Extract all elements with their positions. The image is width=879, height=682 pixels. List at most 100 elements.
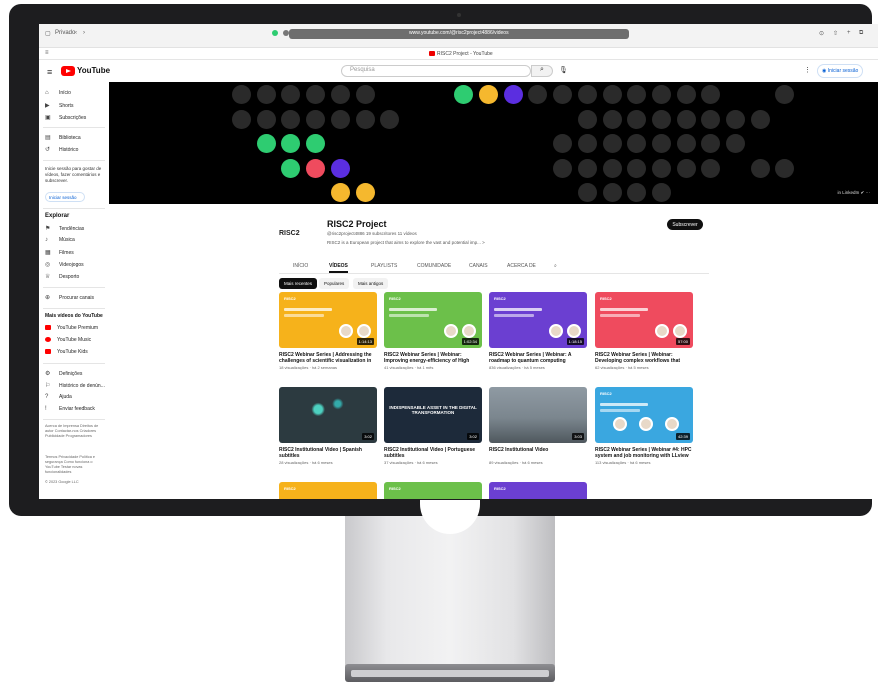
video-card[interactable]: RISC2 42:39 RISC2 Webinar Series | Webinar…: [595, 387, 693, 465]
video-thumbnail[interactable]: RISC2 1:14:13: [279, 292, 377, 348]
tab-videos[interactable]: VÍDEOS: [329, 263, 348, 273]
footer-links-2[interactable]: Termos Privacidade Política e segurança …: [45, 455, 107, 475]
video-card[interactable]: 3:03 RISC2 Institutional Video 89 visualiz…: [489, 387, 587, 465]
banner-led-dot: [281, 109, 301, 129]
video-thumbnail[interactable]: RISC2 1:02:34: [384, 292, 482, 348]
channel-description[interactable]: RISC2 is a European project that aims to…: [327, 240, 485, 245]
youtube-logo-icon[interactable]: [61, 66, 75, 76]
sidebar-item-home[interactable]: ⌂ Início: [45, 90, 71, 96]
sidebar-item-shorts[interactable]: ▶ Shorts: [45, 102, 73, 109]
extension-icon[interactable]: [272, 30, 278, 36]
sidebar-item-sports[interactable]: ♕ Desporto: [45, 273, 79, 280]
banner-links[interactable]: in LinkedIn ✔ ⋯: [837, 190, 870, 196]
chip-latest[interactable]: Mais recentes: [279, 278, 318, 289]
banner-led-dot: [701, 109, 721, 129]
banner-led-dot: [553, 158, 573, 178]
video-thumbnail[interactable]: 3:03: [489, 387, 587, 443]
banner-led-dot: [775, 85, 795, 104]
tab-playlists[interactable]: PLAYLISTS: [371, 263, 397, 269]
video-thumbnail[interactable]: RISC2 1:18:15: [489, 292, 587, 348]
video-card[interactable]: 3:02 RISC2 Institutional Video | Spanish …: [279, 387, 377, 465]
sidebar-item-label: Definições: [59, 371, 83, 377]
sidebar-item-youtube-kids[interactable]: YouTube Kids: [45, 349, 88, 355]
video-card[interactable]: RISC2: [489, 482, 587, 499]
sidebar-item-label: Biblioteca: [59, 135, 81, 141]
menu-icon[interactable]: ≡: [47, 67, 52, 77]
tab-overview-icon[interactable]: ≡: [45, 50, 49, 56]
sidebar-item-gaming[interactable]: ◎ Videojogos: [45, 261, 84, 268]
subscribe-button[interactable]: Subscrever: [667, 219, 703, 230]
video-card[interactable]: INDISPENSABLE ASSET IN THE DIGITAL TRANS…: [384, 387, 482, 465]
video-title[interactable]: RISC2 Webinar Series | Webinar #4: HPC s…: [595, 447, 693, 459]
chip-oldest[interactable]: Mais antigos: [353, 278, 389, 289]
video-card[interactable]: RISC2 1:14:13 RISC2 Webinar Series | Addre…: [279, 292, 377, 370]
sidebar-item-browse-channels[interactable]: ⊕ Procurar canais: [45, 294, 94, 301]
search-button[interactable]: ⌕: [531, 65, 553, 77]
banner-led-dot: [627, 85, 647, 104]
mic-icon[interactable]: 🎙: [559, 66, 568, 74]
sidebar-item-films[interactable]: ▦ Filmes: [45, 249, 74, 256]
video-thumbnail[interactable]: RISC2 42:39: [595, 387, 693, 443]
share-icon[interactable]: ⇧: [833, 30, 838, 37]
more-options-icon[interactable]: ⋮: [804, 66, 811, 74]
video-thumbnail[interactable]: INDISPENSABLE ASSET IN THE DIGITAL TRANS…: [384, 387, 482, 443]
sidebar-item-youtube-premium[interactable]: YouTube Premium: [45, 325, 98, 331]
sidebar-item-subscriptions[interactable]: ▣ Subscrições: [45, 114, 86, 121]
address-bar[interactable]: www.youtube.com/@risc2project4886/videos: [289, 29, 629, 39]
sidebar-item-music[interactable]: ♪ Música: [45, 237, 75, 243]
thumbnail-title-line: [600, 314, 640, 317]
video-title[interactable]: RISC2 Webinar Series | Addressing the ch…: [279, 352, 377, 364]
sidebar-item-library[interactable]: ▤ Biblioteca: [45, 134, 81, 141]
sidebar-item-trending[interactable]: ⚑ Tendências: [45, 225, 84, 232]
new-tab-icon[interactable]: +: [847, 30, 851, 36]
tab-channels[interactable]: CANAIS: [469, 263, 488, 269]
video-thumbnail[interactable]: RISC2: [384, 482, 482, 499]
video-card[interactable]: RISC2 57:00 RISC2 Webinar Series | Webinar…: [595, 292, 693, 370]
sidebar-item-report-history[interactable]: ⚐ Histórico de denún...: [45, 382, 105, 389]
tab-about[interactable]: ACERCA DE: [507, 263, 536, 269]
channel-avatar[interactable]: RISC2: [279, 230, 300, 237]
video-title[interactable]: RISC2 Webinar Series | Webinar: Improvin…: [384, 352, 482, 364]
sidebar-signin-button[interactable]: Iniciar sessão: [45, 192, 85, 202]
signin-button[interactable]: ◉ Iniciar sessão: [817, 64, 863, 78]
sidebar-item-settings[interactable]: ⚙ Definições: [45, 370, 82, 377]
tabs-overview-icon[interactable]: ⧉: [859, 30, 863, 37]
sidebar-item-label: Histórico de denún...: [59, 383, 105, 389]
video-title[interactable]: RISC2 Institutional Video | Spanish subt…: [279, 447, 377, 459]
forward-icon[interactable]: ›: [83, 30, 85, 36]
banner-led-dot: [306, 158, 326, 178]
tab-community[interactable]: COMUNIDADE: [417, 263, 451, 269]
search-input[interactable]: Pesquisa: [341, 65, 531, 77]
chip-popular[interactable]: Populares: [319, 278, 350, 289]
video-card[interactable]: RISC2: [384, 482, 482, 499]
video-title[interactable]: RISC2 Institutional Video | Portuguese s…: [384, 447, 482, 459]
banner-led-dot: [355, 183, 375, 203]
video-title[interactable]: RISC2 Institutional Video: [489, 447, 587, 459]
video-thumbnail[interactable]: RISC2: [489, 482, 587, 499]
sidebar-item-label: YouTube Music: [57, 337, 92, 343]
thumbnail-brand: RISC2: [389, 486, 401, 491]
footer-links-1[interactable]: Acerca de Imprensa Direitos de autor Con…: [45, 424, 107, 439]
video-card[interactable]: RISC2 1:02:34 RISC2 Webinar Series | Webin…: [384, 292, 482, 370]
sidebar-item-feedback[interactable]: ! Enviar feedback: [45, 406, 95, 412]
video-card[interactable]: RISC2: [279, 482, 377, 499]
youtube-logo-text[interactable]: YouTube: [77, 66, 110, 75]
video-card[interactable]: RISC2 1:18:15 RISC2 Webinar Series | Webin…: [489, 292, 587, 370]
thumbnail-brand: RISC2: [600, 391, 612, 396]
download-icon[interactable]: ⊙: [819, 30, 824, 37]
video-title[interactable]: RISC2 Webinar Series | Webinar: Developi…: [595, 352, 693, 364]
sidebar-toggle-icon[interactable]: ▢: [45, 30, 51, 37]
video-title[interactable]: RISC2 Webinar Series | Webinar: A roadma…: [489, 352, 587, 364]
sidebar-item-help[interactable]: ? Ajuda: [45, 394, 72, 400]
sidebar-item-youtube-music[interactable]: YouTube Music: [45, 337, 91, 343]
thumbnail-caption: INDISPENSABLE ASSET IN THE DIGITAL TRANS…: [389, 405, 477, 415]
video-thumbnail[interactable]: RISC2: [279, 482, 377, 499]
back-icon[interactable]: ‹: [75, 30, 77, 36]
tab-home[interactable]: INÍCIO: [293, 263, 308, 269]
sidebar-item-history[interactable]: ↺ Histórico: [45, 146, 78, 153]
video-thumbnail[interactable]: RISC2 57:00: [595, 292, 693, 348]
channel-search-icon[interactable]: ⌕: [554, 263, 557, 269]
tab-title[interactable]: RISC2 Project - YouTube: [437, 51, 493, 57]
thumbnail-title-line: [600, 308, 648, 311]
video-thumbnail[interactable]: 3:02: [279, 387, 377, 443]
